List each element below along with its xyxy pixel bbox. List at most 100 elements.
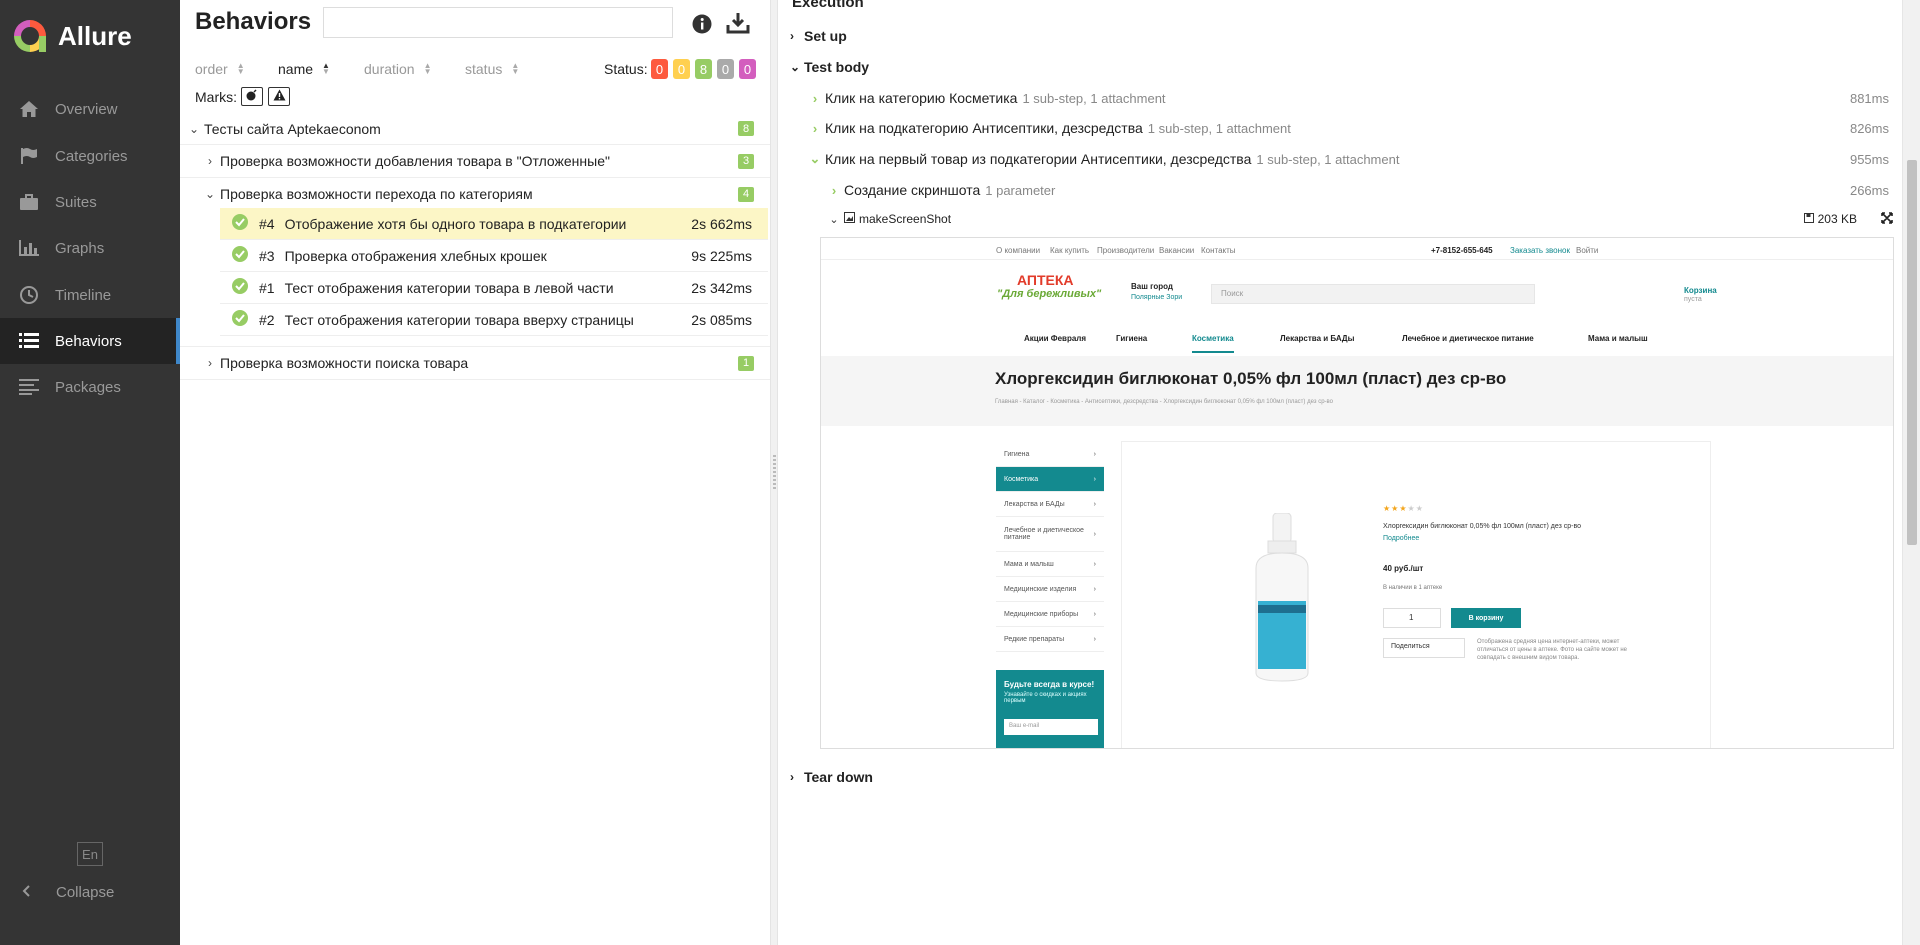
shot-product-desc: Хлоргексидин биглюконат 0,05% фл 100мл (… [1383, 523, 1581, 530]
sort-arrows-icon: ▲ ▼ [236, 61, 245, 76]
mark-flaky-toggle[interactable] [241, 87, 263, 106]
step-row[interactable]: › Клик на подкатегорию Антисептики, дезс… [809, 116, 1889, 140]
nav-label: Categories [55, 147, 128, 165]
attachment-name: makeScreenShot [859, 212, 952, 226]
bar-chart-icon [17, 239, 41, 257]
shot-menu-item: Акции Февраля [1024, 334, 1087, 343]
download-icon[interactable] [726, 12, 750, 39]
shot-rating-stars: ★★★ [1383, 504, 1408, 513]
chevron-right-icon: › [812, 90, 818, 106]
collapse-button[interactable]: Collapse [0, 880, 180, 904]
status-passed-toggle[interactable]: 8 [695, 59, 712, 79]
align-left-icon [17, 378, 41, 396]
step-name: Клик на категорию Косметика [825, 90, 1018, 106]
behaviors-pane: Behaviors order ▲ ▼ name ▲ ▼ duration ▲ ▼ stat… [180, 0, 770, 945]
shot-login: Войти [1576, 246, 1599, 255]
section-label: Tear down [804, 769, 873, 785]
chevron-right-icon: › [790, 29, 794, 43]
step-row[interactable]: › Клик на категорию Косметика 1 sub-step… [809, 86, 1889, 110]
count-badge: 3 [738, 153, 754, 169]
shot-menu-item: Лекарства и БАДы [1280, 334, 1355, 343]
test-case-row[interactable]: #1 Тест отображения категории товара в л… [220, 272, 768, 304]
chevron-down-icon: ⌄ [829, 213, 839, 226]
sort-name[interactable]: name ▲ ▼ [278, 61, 330, 77]
shot-top-link: Как купить [1050, 246, 1090, 255]
test-case-row[interactable]: #4 Отображение хотя бы одного товара в п… [220, 208, 768, 240]
nav-label: Packages [55, 378, 121, 396]
test-case-row[interactable]: #3 Проверка отображения хлебных крошек 9… [220, 240, 768, 272]
test-number: #2 [259, 311, 275, 328]
tree-root[interactable]: ⌄ Тесты сайта Aptekaeconom 8 [180, 113, 770, 145]
nav-overview[interactable]: Overview [0, 86, 180, 132]
nav-suites[interactable]: Suites [0, 179, 180, 225]
scrollbar-thumb[interactable] [1907, 160, 1917, 545]
shot-top-link: Контакты [1201, 246, 1236, 255]
shot-category: Косметика › [996, 467, 1104, 492]
status-unknown-toggle[interactable]: 0 [739, 59, 756, 79]
test-number: #3 [259, 247, 275, 264]
shot-category-label: Лекарства и БАДы [1004, 500, 1065, 508]
marks-label: Marks: [195, 89, 237, 105]
shot-menu-item: Косметика [1192, 334, 1234, 353]
test-body-section[interactable]: ⌄ Test body [790, 59, 869, 75]
scrollbar[interactable] [1902, 0, 1920, 945]
search-input[interactable] [323, 7, 673, 38]
tree-group-label: Проверка возможности поиска товара [220, 355, 469, 371]
pane-splitter[interactable] [770, 0, 778, 945]
shot-product-image [1246, 512, 1318, 683]
size-value: 203 KB [1817, 212, 1857, 226]
page-title: Behaviors [195, 8, 312, 35]
chevron-right-icon: › [208, 356, 212, 370]
language-switcher[interactable]: En [77, 842, 103, 866]
step-row[interactable]: › Создание скриншота 1 parameter 266ms [828, 178, 1889, 202]
nav-timeline[interactable]: Timeline [0, 272, 180, 318]
nav-graphs[interactable]: Graphs [0, 225, 180, 271]
tree-group[interactable]: › Проверка возможности поиска товара 1 [180, 346, 770, 380]
sort-status[interactable]: status ▲ ▼ [465, 61, 519, 77]
shot-top-link: Вакансии [1159, 246, 1195, 255]
nav-packages[interactable]: Packages [0, 364, 180, 410]
sort-arrows-icon: ▲ ▼ [423, 61, 432, 76]
info-icon[interactable] [692, 14, 712, 39]
attachment-row[interactable]: ⌄ makeScreenShot 203 KB [828, 207, 1897, 231]
chevron-down-icon: ⌄ [809, 151, 821, 166]
sort-order[interactable]: order ▲ ▼ [195, 61, 245, 77]
attachment-screenshot[interactable]: О компании Как купить Производители Вака… [820, 237, 1894, 749]
status-broken-toggle[interactable]: 0 [673, 59, 690, 79]
shot-category-label: Лечебное и диетическое питание [1004, 527, 1084, 541]
shot-category: Лечебное и диетическое питание › [996, 517, 1104, 552]
fullscreen-icon[interactable] [1881, 211, 1893, 227]
shot-menu-item: Гигиена [1116, 334, 1148, 343]
sort-arrows-icon: ▲ ▼ [322, 61, 330, 76]
step-row[interactable]: ⌄ Клик на первый товар из подкатегории А… [809, 147, 1889, 171]
chevron-right-icon: › [831, 182, 837, 198]
teardown-section[interactable]: › Tear down [790, 769, 873, 785]
setup-section[interactable]: › Set up [790, 28, 847, 44]
test-case-row[interactable]: #2 Тест отображения категории товара вве… [220, 304, 768, 336]
tree-group[interactable]: ⌄ Проверка возможности перехода по катег… [180, 178, 770, 210]
test-name: Тест отображения категории товара в лево… [284, 279, 614, 296]
count-badge: 4 [738, 186, 754, 202]
briefcase-icon [17, 193, 41, 211]
splitter-grip[interactable] [773, 455, 776, 491]
save-icon [1803, 212, 1814, 226]
shot-category-label: Мама и малыш [1004, 560, 1054, 568]
shot-buy-button: В корзину [1451, 608, 1521, 628]
logo-text: Allure [58, 20, 132, 51]
sort-duration[interactable]: duration ▲ ▼ [364, 61, 432, 77]
status-skipped-toggle[interactable]: 0 [717, 59, 734, 79]
shot-top-link: О компании [996, 246, 1041, 255]
shot-cart: Корзина [1684, 286, 1717, 295]
allure-logo[interactable]: Allure [12, 16, 132, 56]
shot-subscribe-input: Ваш e-mail [1009, 723, 1040, 729]
sort-label: duration [364, 61, 415, 77]
step-meta: 1 parameter [985, 182, 1056, 198]
mark-new-failed-toggle[interactable] [268, 87, 290, 106]
sort-arrows-icon: ▲ ▼ [511, 61, 520, 76]
passed-icon [232, 214, 248, 233]
nav-categories[interactable]: Categories [0, 133, 180, 179]
passed-icon [232, 246, 248, 265]
tree-group[interactable]: › Проверка возможности добавления товара… [180, 145, 770, 178]
nav-behaviors[interactable]: Behaviors [0, 318, 180, 364]
status-failed-toggle[interactable]: 0 [651, 59, 668, 79]
